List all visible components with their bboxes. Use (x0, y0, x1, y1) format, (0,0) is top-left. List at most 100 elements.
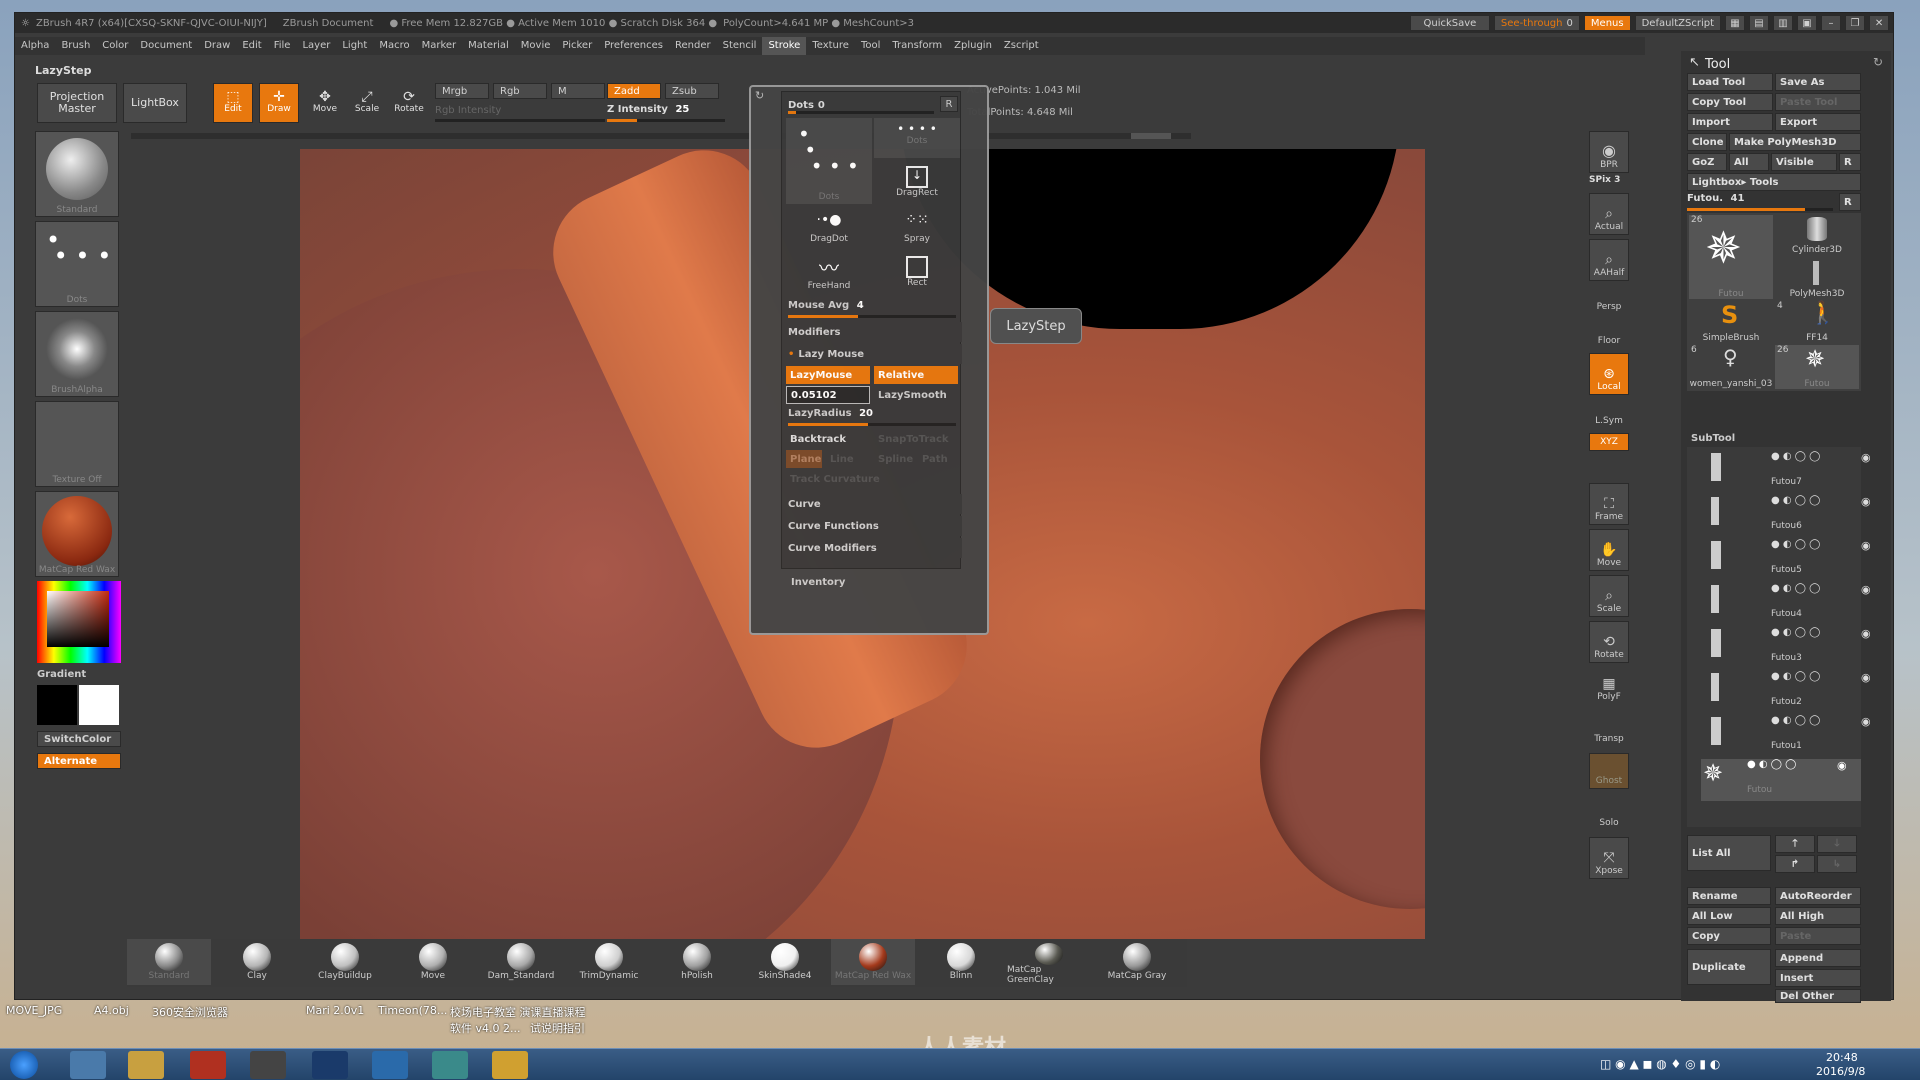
switchcolor-button[interactable]: SwitchColor (37, 731, 121, 747)
menu-preferences[interactable]: Preferences (598, 37, 669, 55)
outdent-arrow-icon[interactable]: ↳ (1817, 855, 1857, 873)
subtool-toggle-icon[interactable]: ● ◐ ◯ ◯ (1771, 539, 1820, 550)
menu-stroke[interactable]: Stroke (762, 37, 807, 55)
subtool-eye-icon[interactable]: ◉ (1861, 539, 1871, 552)
polyf-button[interactable]: ▦ PolyF (1589, 669, 1629, 705)
material-thumbnail[interactable]: MatCap Red Wax (35, 491, 119, 577)
menu-render[interactable]: Render (669, 37, 717, 55)
zbrush-task-icon[interactable] (250, 1051, 286, 1079)
app3-icon[interactable] (372, 1051, 408, 1079)
subtool-row[interactable]: ● ◐ ◯ ◯ ◉ Futou3 (1711, 627, 1881, 669)
xpose-button[interactable]: ⤧ Xpose (1589, 837, 1629, 879)
stroke-thumbnail[interactable]: • • • • • Dots (35, 221, 119, 307)
defaultzscript-button[interactable]: DefaultZScript (1634, 15, 1721, 31)
menu-macro[interactable]: Macro (373, 37, 415, 55)
subtool-eye-icon[interactable]: ◉ (1861, 627, 1871, 640)
autoreorder-button[interactable]: AutoReorder (1775, 887, 1861, 905)
export-button[interactable]: Export (1775, 113, 1861, 131)
insert-button[interactable]: Insert (1775, 969, 1861, 987)
subtool-eye-icon[interactable]: ◉ (1861, 715, 1871, 728)
rotate-button[interactable]: ⟳ Rotate (389, 83, 429, 123)
menu-file[interactable]: File (268, 37, 297, 55)
desktop-label[interactable]: Mari 2.0v1 (306, 1004, 364, 1017)
spix-slider[interactable]: SPix 3 (1589, 175, 1629, 185)
menu-material[interactable]: Material (462, 37, 515, 55)
brush-thumbnail[interactable]: Standard (35, 131, 119, 217)
menu-draw[interactable]: Draw (198, 37, 236, 55)
move-down-arrow-icon[interactable]: 🡓 (1817, 835, 1857, 853)
tool-panel-title[interactable]: Tool (1705, 57, 1730, 72)
secondary-color-swatch[interactable] (79, 685, 119, 725)
backtrack-toggle[interactable]: Backtrack (786, 430, 870, 448)
menu-layer[interactable]: Layer (296, 37, 336, 55)
menu-color[interactable]: Color (96, 37, 134, 55)
transp-button[interactable]: Transp (1589, 711, 1629, 747)
move-button[interactable]: ✥ Move (305, 83, 345, 123)
persp-button[interactable]: Persp (1589, 285, 1629, 315)
menu-texture[interactable]: Texture (806, 37, 855, 55)
local-button[interactable]: ⊛ Local (1589, 353, 1629, 395)
subtool-toggle-icon[interactable]: ● ◐ ◯ ◯ (1771, 451, 1820, 462)
goz-r-button[interactable]: R (1839, 153, 1861, 171)
material-shelf-item[interactable]: TrimDynamic (567, 939, 651, 985)
inventory-section[interactable]: Inventory (791, 577, 845, 588)
menu-document[interactable]: Document (134, 37, 198, 55)
curve-section[interactable]: Curve (782, 494, 962, 514)
paste-subtool-button[interactable]: Paste (1775, 927, 1861, 945)
desktop-label[interactable]: 校场电子教室 演课直播课程 (450, 1004, 586, 1020)
line-toggle[interactable]: Line (826, 450, 866, 468)
rgb-button[interactable]: Rgb (493, 83, 547, 99)
append-button[interactable]: Append (1775, 949, 1861, 967)
zadd-button[interactable]: Zadd (607, 83, 661, 99)
futou-slider[interactable]: Futou. 41 (1687, 193, 1837, 211)
gradient-label[interactable]: Gradient (37, 669, 86, 680)
material-shelf-item[interactable]: Blinn (919, 939, 1003, 985)
subtool-row[interactable]: ● ◐ ◯ ◯ ◉ Futou7 (1711, 451, 1881, 493)
ghost-button[interactable]: Ghost (1589, 753, 1629, 789)
menu-zscript[interactable]: Zscript (998, 37, 1045, 55)
subtool-row[interactable]: ● ◐ ◯ ◯ ◉ Futou6 (1711, 495, 1881, 537)
clock-time[interactable]: 20:48 (1826, 1051, 1858, 1064)
all-high-button[interactable]: All High (1775, 907, 1861, 925)
spray-stroke[interactable]: ⁘⁙ Spray (874, 208, 960, 252)
plane-toggle[interactable]: Plane (786, 450, 822, 468)
material-shelf-item[interactable]: MatCap Red Wax (831, 939, 915, 985)
futou-r-button[interactable]: R (1839, 193, 1861, 211)
mouse-avg-slider[interactable]: Mouse Avg 4 (786, 300, 958, 318)
quicksave-button[interactable]: QuickSave (1409, 15, 1490, 31)
rotate-view-button[interactable]: ⟲ Rotate (1589, 621, 1629, 663)
spline-toggle[interactable]: Spline (874, 450, 918, 468)
modifiers-section[interactable]: Modifiers (782, 322, 962, 342)
menus-button[interactable]: Menus (1583, 15, 1631, 31)
subtool-toggle-icon[interactable]: ● ◐ ◯ ◯ (1771, 583, 1820, 594)
del-other-button[interactable]: Del Other (1775, 989, 1861, 1003)
subtool-eye-icon[interactable]: ◉ (1861, 671, 1871, 684)
subtool-eye-icon[interactable]: ◉ (1837, 759, 1847, 772)
app2-icon[interactable] (312, 1051, 348, 1079)
subtool-row[interactable]: ● ◐ ◯ ◯ ◉ Futou4 (1711, 583, 1881, 625)
menu-transform[interactable]: Transform (886, 37, 948, 55)
subtool-row[interactable]: ● ◐ ◯ ◯ ◉ Futou5 (1711, 539, 1881, 581)
clone-button[interactable]: Clone (1687, 133, 1727, 151)
path-toggle[interactable]: Path (918, 450, 958, 468)
menu-stencil[interactable]: Stencil (717, 37, 763, 55)
restore-icon[interactable]: ❐ (1845, 15, 1865, 31)
app-icon[interactable] (190, 1051, 226, 1079)
desktop-label[interactable]: 软件 v4.0 2... (450, 1020, 521, 1036)
subtool-eye-icon[interactable]: ◉ (1861, 583, 1871, 596)
dots-stroke-large[interactable]: • • • • • Dots (786, 118, 872, 204)
rgb-intensity-label[interactable]: Rgb Intensity (435, 105, 501, 116)
lazyradius-slider[interactable]: LazyRadius 20 (786, 408, 958, 426)
material-shelf-item[interactable]: hPolish (655, 939, 739, 985)
tool-thumb-cylinder3d[interactable]: Cylinder3D (1775, 215, 1859, 255)
lazystep-input[interactable]: 0.05102 (786, 386, 870, 404)
rename-button[interactable]: Rename (1687, 887, 1771, 905)
menu-alpha[interactable]: Alpha (15, 37, 55, 55)
save-as-button[interactable]: Save As (1775, 73, 1861, 91)
projection-master-button[interactable]: Projection Master (37, 83, 117, 123)
relative-toggle[interactable]: Relative (874, 366, 958, 384)
menu-zplugin[interactable]: Zplugin (948, 37, 998, 55)
curve-modifiers-section[interactable]: Curve Modifiers (782, 538, 962, 558)
menu-light[interactable]: Light (336, 37, 373, 55)
move-view-button[interactable]: ✋ Move (1589, 529, 1629, 571)
